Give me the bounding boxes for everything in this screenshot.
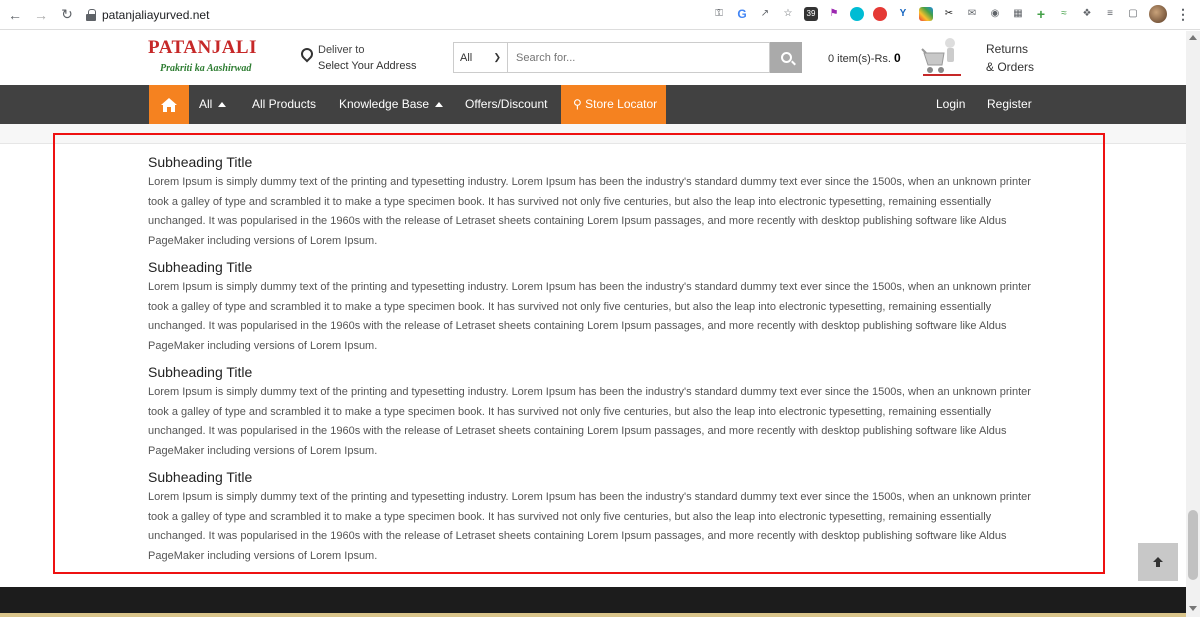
subnav-strip bbox=[0, 124, 1200, 144]
subheading-title: Subheading Title bbox=[148, 364, 253, 380]
address-bar[interactable]: patanjaliayurved.net bbox=[86, 4, 209, 26]
home-icon bbox=[161, 97, 177, 112]
share-icon[interactable]: ↗ bbox=[758, 7, 772, 21]
google-icon[interactable]: G bbox=[735, 7, 749, 21]
nav-all-products[interactable]: All Products bbox=[252, 85, 316, 124]
subheading-title: Subheading Title bbox=[148, 259, 253, 275]
mail-extension-icon[interactable]: ✉ bbox=[965, 7, 979, 21]
body-paragraph: Lorem Ipsum is simply dummy text of the … bbox=[148, 386, 1031, 457]
cart-summary[interactable]: 0 item(s)-Rs. 0 bbox=[828, 51, 901, 65]
nav-knowledge-base[interactable]: Knowledge Base bbox=[339, 85, 444, 124]
wave-extension-icon[interactable]: ≈ bbox=[1057, 7, 1071, 21]
cart-amount: 0 bbox=[894, 51, 901, 65]
search-icon bbox=[780, 52, 792, 63]
main-navigation: All All Products Knowledge Base Offers/D… bbox=[0, 85, 1200, 124]
nav-all-menu[interactable]: All bbox=[199, 85, 227, 124]
nav-login[interactable]: Login bbox=[936, 85, 965, 124]
orders-label: & Orders bbox=[986, 60, 1035, 74]
search-category-select[interactable]: All ❯ bbox=[453, 42, 508, 73]
home-button[interactable] bbox=[149, 85, 189, 124]
content-section: Subheading Title Lorem Ipsum is simply d… bbox=[148, 469, 1043, 566]
content-section: Subheading Title Lorem Ipsum is simply d… bbox=[148, 259, 1043, 356]
search-input[interactable] bbox=[508, 42, 770, 73]
nav-store-locator[interactable]: ⚲ Store Locator bbox=[561, 85, 666, 124]
browser-menu-icon[interactable]: ⋮ bbox=[1176, 6, 1190, 23]
back-to-top-button[interactable] bbox=[1138, 543, 1178, 581]
body-paragraph: Lorem Ipsum is simply dummy text of the … bbox=[148, 491, 1031, 562]
bookmark-star-icon[interactable]: ☆ bbox=[781, 7, 795, 21]
caret-up-icon bbox=[435, 102, 444, 107]
scrollbar-thumb[interactable] bbox=[1188, 510, 1198, 580]
plus-extension-icon[interactable]: + bbox=[1034, 7, 1048, 21]
body-paragraph: Lorem Ipsum is simply dummy text of the … bbox=[148, 176, 1031, 247]
scroll-up-arrow-icon[interactable] bbox=[1189, 35, 1197, 40]
content-section: Subheading Title Lorem Ipsum is simply d… bbox=[148, 364, 1043, 461]
shopping-cart-icon[interactable] bbox=[920, 35, 964, 79]
search-category-value: All bbox=[460, 51, 473, 64]
caret-up-icon bbox=[218, 102, 227, 107]
circle-extension-icon[interactable] bbox=[850, 7, 864, 21]
key-icon[interactable]: ⚿ bbox=[712, 7, 726, 21]
subheading-title: Subheading Title bbox=[148, 469, 253, 485]
returns-orders-link[interactable]: Returns & Orders bbox=[986, 40, 1034, 76]
site-header: PATANJALI Prakriti ka Aashirwad Deliver … bbox=[0, 31, 1200, 85]
flag-extension-icon[interactable]: ⚑ bbox=[827, 7, 841, 21]
profile-avatar[interactable] bbox=[1149, 5, 1167, 23]
content-section: Subheading Title Lorem Ipsum is simply d… bbox=[148, 154, 1043, 251]
chevron-down-icon: ❯ bbox=[493, 52, 501, 62]
camera-extension-icon[interactable]: ◉ bbox=[988, 7, 1002, 21]
scroll-down-arrow-icon[interactable] bbox=[1189, 606, 1197, 611]
doc-extension-icon[interactable]: ▦ bbox=[1011, 7, 1025, 21]
reload-icon[interactable]: ↻ bbox=[56, 4, 78, 26]
select-address-link[interactable]: Select Your Address bbox=[318, 58, 416, 74]
search-bar: All ❯ bbox=[453, 42, 802, 73]
nav-all-label: All bbox=[199, 97, 213, 111]
puzzle-extensions-icon[interactable]: ❖ bbox=[1080, 7, 1094, 21]
calendar-extension-icon[interactable]: 39 bbox=[804, 7, 818, 21]
vpn-extension-icon[interactable]: Y bbox=[896, 7, 910, 21]
nav-store-locator-label: Store Locator bbox=[585, 97, 658, 111]
returns-label: Returns bbox=[986, 42, 1029, 56]
forward-arrow-icon[interactable]: → bbox=[30, 4, 52, 26]
subheading-title: Subheading Title bbox=[148, 154, 253, 170]
nav-knowledge-base-label: Knowledge Base bbox=[339, 97, 430, 111]
patanjali-logo[interactable]: PATANJALI Prakriti ka Aashirwad bbox=[148, 37, 257, 74]
colorful-extension-icon[interactable] bbox=[919, 7, 933, 21]
content-area: Subheading Title Lorem Ipsum is simply d… bbox=[148, 150, 1043, 574]
deliver-to-address[interactable]: Deliver to Select Your Address bbox=[300, 42, 416, 74]
ninja-extension-icon[interactable]: ✂ bbox=[942, 7, 956, 21]
footer-strip bbox=[0, 587, 1186, 617]
extensions-area: ⚿ G ↗ ☆ 39 ⚑ Y ✂ ✉ ◉ ▦ + ≈ ❖ ≡ ▢ ⋮ bbox=[712, 5, 1190, 23]
nav-offers-discount[interactable]: Offers/Discount bbox=[465, 85, 547, 124]
logo-tagline: Prakriti ka Aashirwad bbox=[160, 63, 252, 74]
browser-toolbar: ← → ↻ patanjaliayurved.net ⚿ G ↗ ☆ 39 ⚑ … bbox=[0, 0, 1200, 30]
location-pin-icon: ⚲ bbox=[573, 97, 582, 111]
opera-extension-icon[interactable] bbox=[873, 7, 887, 21]
search-button[interactable] bbox=[770, 42, 802, 73]
reading-list-icon[interactable]: ≡ bbox=[1103, 7, 1117, 21]
back-arrow-icon[interactable]: ← bbox=[4, 4, 26, 26]
page-scrollbar[interactable] bbox=[1186, 31, 1200, 617]
location-pin-icon bbox=[300, 48, 310, 62]
side-panel-icon[interactable]: ▢ bbox=[1126, 7, 1140, 21]
url-text[interactable]: patanjaliayurved.net bbox=[102, 8, 209, 22]
lock-icon bbox=[86, 9, 96, 21]
cart-label: 0 item(s)-Rs. bbox=[828, 53, 891, 65]
arrow-up-icon bbox=[1153, 557, 1163, 567]
body-paragraph: Lorem Ipsum is simply dummy text of the … bbox=[148, 281, 1031, 352]
deliver-label: Deliver to bbox=[318, 44, 365, 56]
logo-wordmark: PATANJALI bbox=[148, 37, 257, 58]
nav-register[interactable]: Register bbox=[987, 85, 1032, 124]
